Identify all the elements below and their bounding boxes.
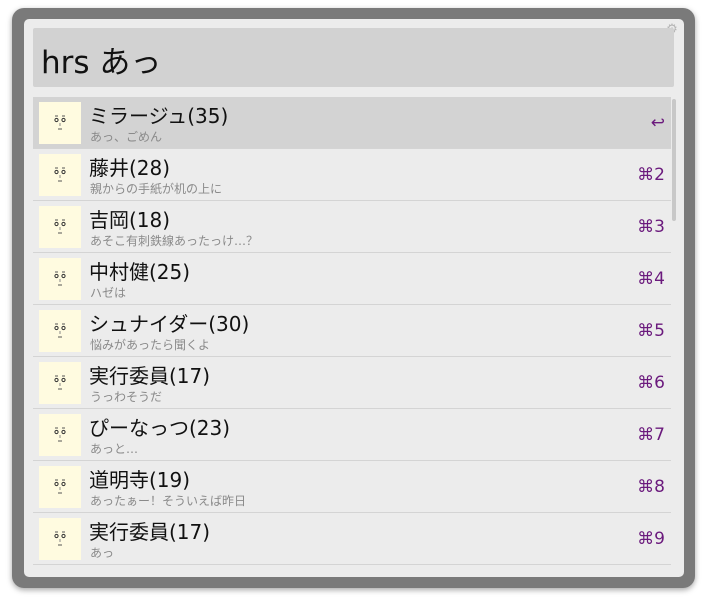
result-subtitle: あっと… [90, 442, 139, 456]
result-subtitle: 悩みがあったら聞くよ [90, 338, 211, 352]
results-list: ミラージュ(35) あっ、ごめん ↩ 藤井(28) 親からの手紙が机の上に ⌘2 [33, 97, 671, 565]
result-title: 中村健(25) [89, 260, 191, 284]
result-title: ミラージュ(35) [89, 104, 229, 128]
face-icon [39, 518, 81, 560]
command-shortcut: ⌘5 [637, 321, 665, 341]
result-row[interactable]: 実行委員(17) うっわそうだ ⌘6 [33, 357, 671, 409]
result-subtitle: ハゼは [90, 286, 127, 300]
result-subtitle: 親からの手紙が机の上に [90, 182, 223, 196]
result-row[interactable]: 中村健(25) ハゼは ⌘4 [33, 253, 671, 305]
result-title: 藤井(28) [89, 156, 171, 180]
result-row[interactable]: 道明寺(19) あったぁー！そういえば昨日 ⌘8 [33, 461, 671, 513]
result-subtitle: あっ、ごめん [90, 130, 163, 144]
results-scrollbar[interactable] [672, 99, 676, 221]
return-key-shortcut: ↩ [650, 113, 665, 133]
face-icon [39, 362, 81, 404]
result-row[interactable]: シュナイダー(30) 悩みがあったら聞くよ ⌘5 [33, 305, 671, 357]
command-shortcut: ⌘6 [637, 373, 665, 393]
command-shortcut: ⌘9 [637, 529, 665, 549]
face-icon [39, 310, 81, 352]
face-icon [39, 154, 81, 196]
result-title: ぴーなっつ(23) [89, 416, 231, 440]
result-row[interactable]: 藤井(28) 親からの手紙が机の上に ⌘2 [33, 149, 671, 201]
result-subtitle: あったぁー！そういえば昨日 [90, 494, 247, 508]
face-icon [39, 102, 81, 144]
result-title: 実行委員(17) [89, 364, 211, 388]
result-title: 道明寺(19) [89, 468, 191, 492]
result-row[interactable]: 吉岡(18) あそこ有刺鉄線あったっけ…？ ⌘3 [33, 201, 671, 253]
result-row[interactable]: ミラージュ(35) あっ、ごめん ↩ [33, 97, 671, 149]
result-subtitle: あっ [90, 546, 115, 560]
result-title: 吉岡(18) [89, 208, 171, 232]
result-row[interactable]: 実行委員(17) あっ ⌘9 [33, 513, 671, 565]
face-icon [39, 414, 81, 456]
face-icon [39, 466, 81, 508]
command-shortcut: ⌘4 [637, 269, 665, 289]
command-shortcut: ⌘7 [637, 425, 665, 445]
command-shortcut: ⌘8 [637, 477, 665, 497]
result-title: シュナイダー(30) [89, 312, 250, 336]
result-subtitle: あそこ有刺鉄線あったっけ…？ [90, 234, 259, 248]
search-query-text: hrs あっ [41, 45, 162, 81]
result-subtitle: うっわそうだ [90, 390, 163, 404]
search-input[interactable]: hrs あっ [33, 28, 674, 87]
command-shortcut: ⌘3 [637, 217, 665, 237]
face-icon [39, 206, 81, 248]
face-icon [39, 258, 81, 300]
command-shortcut: ⌘2 [637, 165, 665, 185]
result-title: 実行委員(17) [89, 520, 211, 544]
result-row[interactable]: ぴーなっつ(23) あっと… ⌘7 [33, 409, 671, 461]
